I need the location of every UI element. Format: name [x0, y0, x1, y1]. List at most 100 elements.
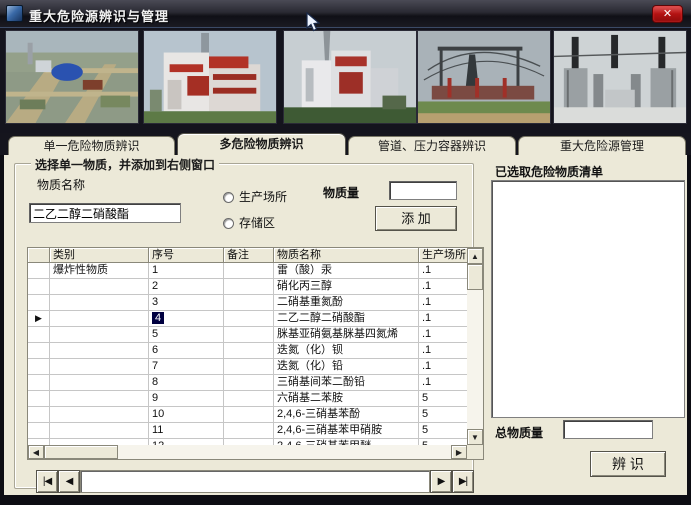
cell-category[interactable]: 爆炸性物质	[50, 263, 149, 279]
cell-site[interactable]: 5	[419, 407, 467, 423]
cell-site[interactable]: .1	[419, 295, 467, 311]
first-record-button[interactable]: |◀	[36, 470, 58, 493]
cell-seq-selected[interactable]: 4	[149, 311, 224, 327]
table-row[interactable]: 2 硝化丙三醇 .1	[28, 279, 467, 295]
header-name[interactable]: 物质名称	[274, 248, 419, 263]
cell-category[interactable]	[50, 327, 149, 343]
cell-seq[interactable]: 6	[149, 343, 224, 359]
close-button[interactable]: ✕	[652, 5, 683, 23]
radio-production-label: 生产场所	[239, 190, 287, 204]
cell-note[interactable]	[224, 391, 274, 407]
header-site[interactable]: 生产场所	[419, 248, 467, 263]
prev-record-button[interactable]: ◀	[58, 470, 80, 493]
substance-table[interactable]: 类别 序号 备注 物质名称 生产场所 爆炸性物质 1 雷（酸）汞 .1	[27, 247, 484, 460]
table-row[interactable]: 8 三硝基间苯二酚铅 .1	[28, 375, 467, 391]
next-record-button[interactable]: ▶	[430, 470, 452, 493]
last-record-button[interactable]: ▶|	[452, 470, 474, 493]
cell-category[interactable]	[50, 359, 149, 375]
cell-note[interactable]	[224, 263, 274, 279]
cell-seq[interactable]: 10	[149, 407, 224, 423]
table-row[interactable]: 3 二硝基重氮酚 .1	[28, 295, 467, 311]
cell-site[interactable]: 5	[419, 423, 467, 439]
cell-category[interactable]	[50, 343, 149, 359]
header-category[interactable]: 类别	[50, 248, 149, 263]
table-row[interactable]: 9 六硝基二苯胺 5	[28, 391, 467, 407]
tab-multi-substance[interactable]: 多危险物质辨识	[177, 133, 346, 155]
scroll-up-button[interactable]: ▲	[467, 248, 483, 264]
cell-name[interactable]: 二硝基重氮酚	[274, 295, 419, 311]
cell-site[interactable]: .1	[419, 327, 467, 343]
identify-button[interactable]: 辨 识	[590, 451, 666, 477]
cell-name[interactable]: 2,4,6-三硝基苯酚	[274, 407, 419, 423]
cell-seq[interactable]: 8	[149, 375, 224, 391]
cell-seq[interactable]: 3	[149, 295, 224, 311]
cell-site[interactable]: .1	[419, 311, 467, 327]
add-button[interactable]: 添 加	[375, 206, 457, 231]
cell-name[interactable]: 雷（酸）汞	[274, 263, 419, 279]
cell-note[interactable]	[224, 311, 274, 327]
radio-storage-area[interactable]: 存储区	[223, 214, 275, 232]
selected-substances-listbox[interactable]	[491, 180, 685, 418]
table-row[interactable]: 6 迭氮（化）钡 .1	[28, 343, 467, 359]
cell-category[interactable]	[50, 407, 149, 423]
cell-seq[interactable]: 2	[149, 279, 224, 295]
cell-note[interactable]	[224, 375, 274, 391]
cell-site[interactable]: .1	[419, 343, 467, 359]
cell-name[interactable]: 六硝基二苯胺	[274, 391, 419, 407]
table-row[interactable]: 5 脒基亚硝氨基脒基四氮烯 .1	[28, 327, 467, 343]
cell-seq[interactable]: 9	[149, 391, 224, 407]
table-row[interactable]: 10 2,4,6-三硝基苯酚 5	[28, 407, 467, 423]
cell-name[interactable]: 迭氮（化）铅	[274, 359, 419, 375]
table-row[interactable]: 11 2,4,6-三硝基苯甲硝胺 5	[28, 423, 467, 439]
header-note[interactable]: 备注	[224, 248, 274, 263]
cell-note[interactable]	[224, 327, 274, 343]
cell-seq[interactable]: 5	[149, 327, 224, 343]
cell-note[interactable]	[224, 343, 274, 359]
vertical-scroll-thumb[interactable]	[467, 264, 483, 290]
cell-category[interactable]	[50, 375, 149, 391]
cell-site[interactable]: 5	[419, 391, 467, 407]
cell-note[interactable]	[224, 359, 274, 375]
cell-name[interactable]: 2,4,6-三硝基苯甲硝胺	[274, 423, 419, 439]
cell-name[interactable]: 二乙二醇二硝酸酯	[274, 311, 419, 327]
horizontal-scroll-thumb[interactable]	[44, 445, 118, 459]
tab-hazard-management[interactable]: 重大危险源管理	[518, 136, 686, 155]
cell-name[interactable]: 硝化丙三醇	[274, 279, 419, 295]
tab-pipeline-vessel[interactable]: 管道、压力容器辨识	[348, 136, 516, 155]
cell-category[interactable]	[50, 311, 149, 327]
scroll-right-button[interactable]: ▶	[451, 445, 467, 459]
substation-gantry-photo	[417, 30, 551, 124]
cell-name[interactable]: 迭氮（化）钡	[274, 343, 419, 359]
substance-name-input[interactable]	[29, 203, 181, 223]
cell-site[interactable]: .1	[419, 359, 467, 375]
cell-category[interactable]	[50, 295, 149, 311]
scrollbar-corner	[467, 445, 483, 459]
total-quantity-input[interactable]	[563, 420, 653, 439]
cell-category[interactable]	[50, 423, 149, 439]
table-row-current[interactable]: ▶ 4 二乙二醇二硝酸酯 .1	[28, 311, 467, 327]
scroll-left-button[interactable]: ◀	[28, 445, 44, 459]
table-row[interactable]: 7 迭氮（化）铅 .1	[28, 359, 467, 375]
cell-note[interactable]	[224, 295, 274, 311]
cell-site[interactable]: .1	[419, 375, 467, 391]
cell-seq[interactable]: 1	[149, 263, 224, 279]
tab-single-substance[interactable]: 单一危险物质辨识	[8, 136, 175, 155]
scroll-down-button[interactable]: ▼	[467, 429, 483, 445]
cell-seq[interactable]: 11	[149, 423, 224, 439]
cell-name[interactable]: 三硝基间苯二酚铅	[274, 375, 419, 391]
cell-seq[interactable]: 7	[149, 359, 224, 375]
header-seq[interactable]: 序号	[149, 248, 224, 263]
quantity-input[interactable]	[389, 181, 457, 200]
radio-production-site[interactable]: 生产场所	[223, 188, 287, 206]
cell-note[interactable]	[224, 423, 274, 439]
cell-category[interactable]	[50, 391, 149, 407]
cell-category[interactable]	[50, 279, 149, 295]
cell-site[interactable]: .1	[419, 263, 467, 279]
cell-name[interactable]: 脒基亚硝氨基脒基四氮烯	[274, 327, 419, 343]
table-header-row: 类别 序号 备注 物质名称 生产场所	[28, 248, 467, 263]
title-bar[interactable]: 重大危险源辨识与管理 ✕	[0, 0, 691, 28]
cell-note[interactable]	[224, 407, 274, 423]
cell-site[interactable]: .1	[419, 279, 467, 295]
table-row[interactable]: 爆炸性物质 1 雷（酸）汞 .1	[28, 263, 467, 279]
cell-note[interactable]	[224, 279, 274, 295]
